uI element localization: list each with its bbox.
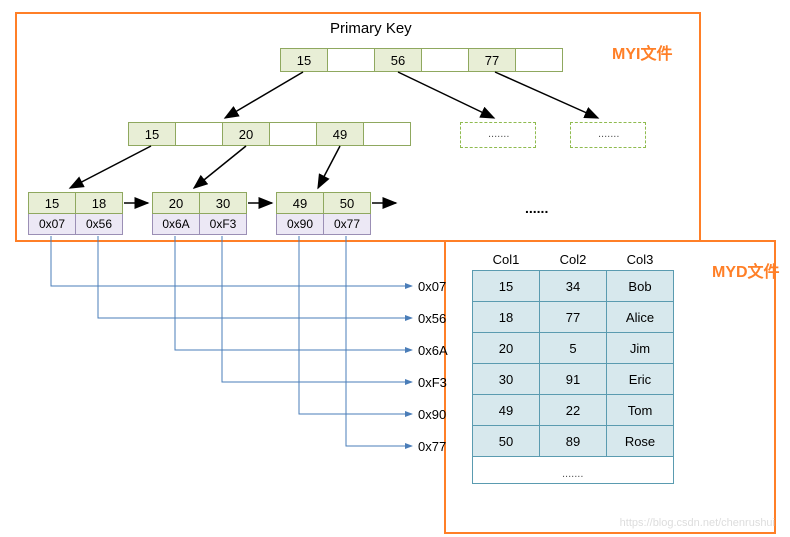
row-addr: 0x56 [418, 311, 446, 326]
row-addr: 0xF3 [418, 375, 447, 390]
dots: ...... [525, 200, 548, 216]
key-cell: 15 [129, 123, 176, 145]
addr-cell: 0x90 [277, 214, 324, 234]
ptr-cell [270, 123, 317, 145]
ptr-cell [328, 49, 375, 71]
key-cell: 15 [29, 193, 76, 213]
col-header: Col3 [607, 248, 674, 271]
key-cell: 50 [324, 193, 370, 213]
primary-key-title: Primary Key [330, 20, 412, 37]
addr-cell: 0x07 [29, 214, 76, 234]
row-addr: 0x07 [418, 279, 446, 294]
ptr-cell [516, 49, 562, 71]
ptr-cell [364, 123, 410, 145]
key-cell: 77 [469, 49, 516, 71]
addr-cell: 0x56 [76, 214, 122, 234]
col-header: Col1 [473, 248, 540, 271]
table-row: 3091Eric [473, 364, 674, 395]
ptr-cell [422, 49, 469, 71]
key-cell: 30 [200, 193, 246, 213]
ptr-cell [176, 123, 223, 145]
btree-root: 15 56 77 [280, 48, 563, 72]
watermark: https://blog.csdn.net/chenrushui [620, 517, 775, 529]
dashed-dots: ....... [598, 128, 619, 140]
table-row: 205Jim [473, 333, 674, 364]
table-dots: ....... [562, 468, 583, 480]
table-row: 1877Alice [473, 302, 674, 333]
addr-cell: 0xF3 [200, 214, 246, 234]
key-cell: 20 [153, 193, 200, 213]
key-cell: 56 [375, 49, 422, 71]
col-header: Col2 [540, 248, 607, 271]
key-cell: 49 [277, 193, 324, 213]
row-addr: 0x6A [418, 343, 448, 358]
data-table: Col1 Col2 Col3 1534Bob 1877Alice 205Jim … [472, 248, 674, 484]
addr-cell: 0x6A [153, 214, 200, 234]
myd-label: MYD文件 [712, 258, 780, 282]
table-row: 4922Tom [473, 395, 674, 426]
diagram-canvas: MYI文件 MYD文件 Primary Key 15 56 77 15 20 4… [0, 0, 790, 537]
btree-leaf: 49 50 0x90 0x77 [276, 192, 371, 235]
table-row: 5089Rose [473, 426, 674, 457]
row-addr: 0x77 [418, 439, 446, 454]
table-row: 1534Bob [473, 271, 674, 302]
row-addr: 0x90 [418, 407, 446, 422]
key-cell: 15 [281, 49, 328, 71]
key-cell: 20 [223, 123, 270, 145]
btree-leaf: 20 30 0x6A 0xF3 [152, 192, 247, 235]
btree-mid: 15 20 49 [128, 122, 411, 146]
dashed-dots: ....... [488, 128, 509, 140]
key-cell: 49 [317, 123, 364, 145]
key-cell: 18 [76, 193, 122, 213]
myi-label: MYI文件 [612, 40, 672, 64]
btree-leaf: 15 18 0x07 0x56 [28, 192, 123, 235]
addr-cell: 0x77 [324, 214, 370, 234]
